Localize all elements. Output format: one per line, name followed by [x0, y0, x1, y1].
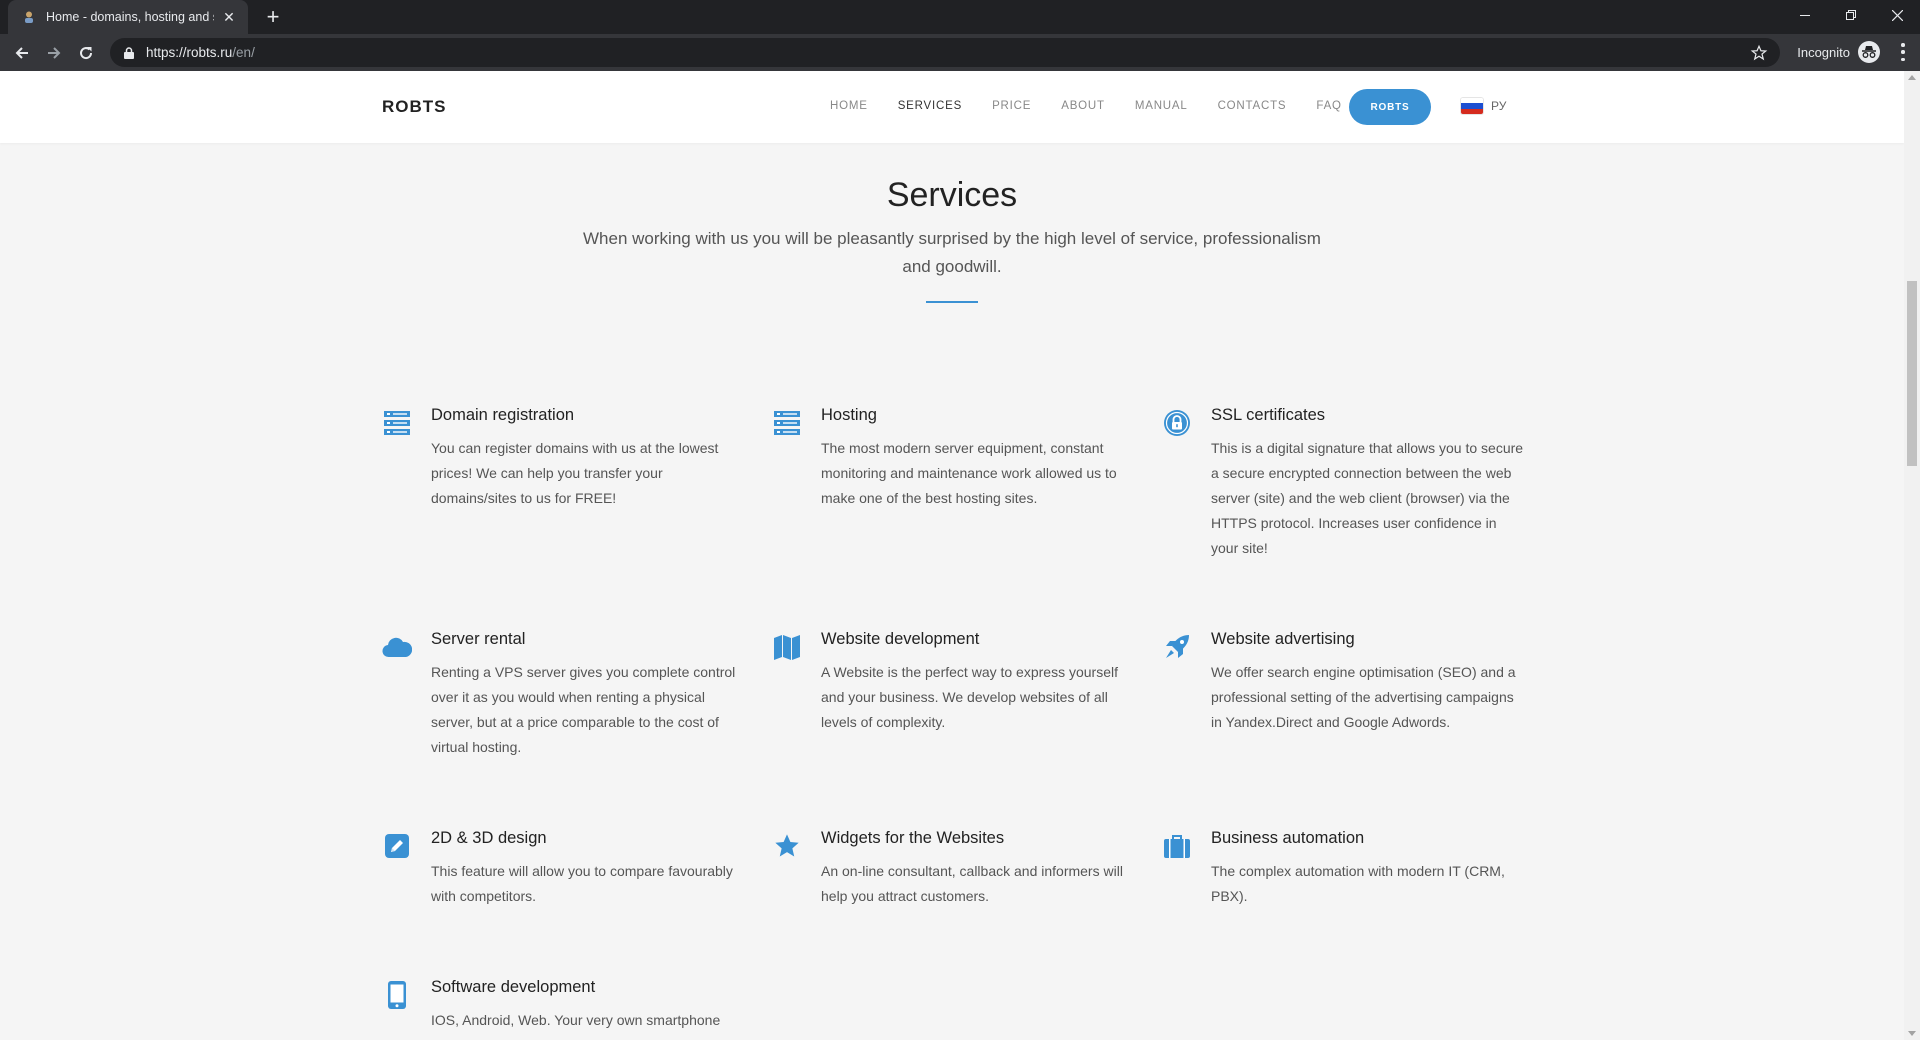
feature-description: We offer search engine optimisation (SEO…	[1211, 664, 1516, 730]
browser-tab[interactable]: Home - domains, hosting and se ✕	[8, 0, 248, 34]
feature-title: Website advertising	[1211, 630, 1355, 648]
feature-title: Hosting	[821, 406, 877, 424]
robts-cta-button[interactable]: ROBTS	[1349, 89, 1431, 125]
feature-title: Widgets for the Websites	[821, 829, 1005, 847]
map-icon	[772, 632, 802, 662]
browser-toolbar: https://robts.ru/en/ Incognito	[0, 34, 1920, 71]
tab-title: Home - domains, hosting and se	[46, 10, 214, 24]
window-controls	[1782, 0, 1920, 30]
lock-icon	[1162, 408, 1192, 438]
star-icon	[772, 831, 802, 861]
nav-faq[interactable]: FAQ	[1316, 100, 1341, 112]
nav-contacts[interactable]: CONTACTS	[1218, 100, 1287, 112]
feature-title: Domain registration	[431, 406, 575, 424]
nav-services[interactable]: SERVICES	[898, 100, 962, 112]
main-nav: HOME SERVICES PRICE ABOUT MANUAL CONTACT…	[830, 100, 1372, 112]
section-title: Services	[886, 176, 1018, 214]
feature-title: Software development	[431, 978, 596, 996]
secure-lock-icon[interactable]	[122, 46, 136, 60]
nav-manual[interactable]: MANUAL	[1135, 100, 1188, 112]
site-favicon-icon	[22, 10, 36, 24]
feature-description: The complex automation with modern IT (C…	[1211, 863, 1505, 904]
feature-title: Website development	[821, 630, 980, 648]
back-arrow-icon[interactable]	[6, 37, 38, 69]
incognito-label: Incognito	[1797, 44, 1850, 60]
incognito-icon	[1858, 41, 1880, 63]
reload-icon[interactable]	[70, 37, 102, 69]
feature-title: 2D & 3D design	[431, 829, 547, 847]
nav-price[interactable]: PRICE	[992, 100, 1031, 112]
close-icon[interactable]	[1874, 0, 1920, 30]
scroll-up-arrow-icon[interactable]	[1908, 75, 1916, 80]
russian-flag-icon	[1461, 98, 1483, 114]
address-bar[interactable]: https://robts.ru/en/	[110, 38, 1780, 67]
url-text: https://robts.ru/en/	[146, 45, 255, 60]
bookmark-star-icon[interactable]	[1750, 44, 1768, 62]
url-host: https://robts.ru	[146, 45, 233, 60]
briefcase-icon	[1162, 831, 1192, 861]
browser-menu-icon[interactable]	[1900, 43, 1906, 61]
cloud-icon	[382, 632, 412, 662]
forward-arrow-icon[interactable]	[38, 37, 70, 69]
feature-description: This is a digital signature that allows …	[1211, 440, 1524, 556]
page-viewport: ROBTS HOME SERVICES PRICE ABOUT MANUAL C…	[0, 71, 1904, 1040]
feature-description: A Website is the perfect way to express …	[821, 664, 1118, 730]
scroll-down-arrow-icon[interactable]	[1908, 1031, 1916, 1036]
site-logo[interactable]: ROBTS	[382, 97, 447, 117]
minimize-icon[interactable]	[1782, 0, 1828, 30]
language-switch[interactable]: РУ	[1461, 98, 1506, 114]
section-subtitle: When working with us you will be pleasan…	[583, 229, 1321, 276]
browser-tab-strip: Home - domains, hosting and se ✕ +	[0, 0, 1920, 34]
feature-title: Business automation	[1211, 829, 1365, 847]
scrollbar-thumb[interactable]	[1907, 281, 1917, 466]
smartphone-icon	[382, 980, 412, 1010]
server-stack-icon	[382, 408, 412, 438]
feature-description: IOS, Android, Web. Your very own smartph…	[431, 1012, 721, 1028]
plus-icon[interactable]: +	[260, 4, 286, 30]
site-header: ROBTS HOME SERVICES PRICE ABOUT MANUAL C…	[0, 71, 1904, 143]
feature-description: Renting a VPS server gives you complete …	[431, 664, 736, 755]
incognito-indicator[interactable]: Incognito	[1797, 41, 1880, 63]
rocket-icon	[1162, 632, 1192, 662]
feature-description: An on-line consultant, callback and info…	[821, 863, 1123, 904]
tab-close-icon[interactable]: ✕	[220, 8, 238, 26]
feature-description: This feature will allow you to compare f…	[431, 863, 733, 904]
page-scrollbar[interactable]	[1904, 71, 1920, 1040]
pencil-icon	[382, 831, 412, 861]
restore-icon[interactable]	[1828, 0, 1874, 30]
url-path: /en/	[232, 45, 255, 60]
feature-title: SSL certificates	[1211, 406, 1326, 424]
language-label: РУ	[1491, 99, 1507, 113]
feature-description: You can register domains with us at the …	[431, 440, 719, 506]
nav-home[interactable]: HOME	[830, 100, 868, 112]
feature-title: Server rental	[431, 630, 526, 648]
server-stack-icon	[772, 408, 802, 438]
nav-about[interactable]: ABOUT	[1061, 100, 1105, 112]
title-divider	[926, 301, 978, 303]
feature-description: The most modern server equipment, consta…	[821, 440, 1117, 506]
